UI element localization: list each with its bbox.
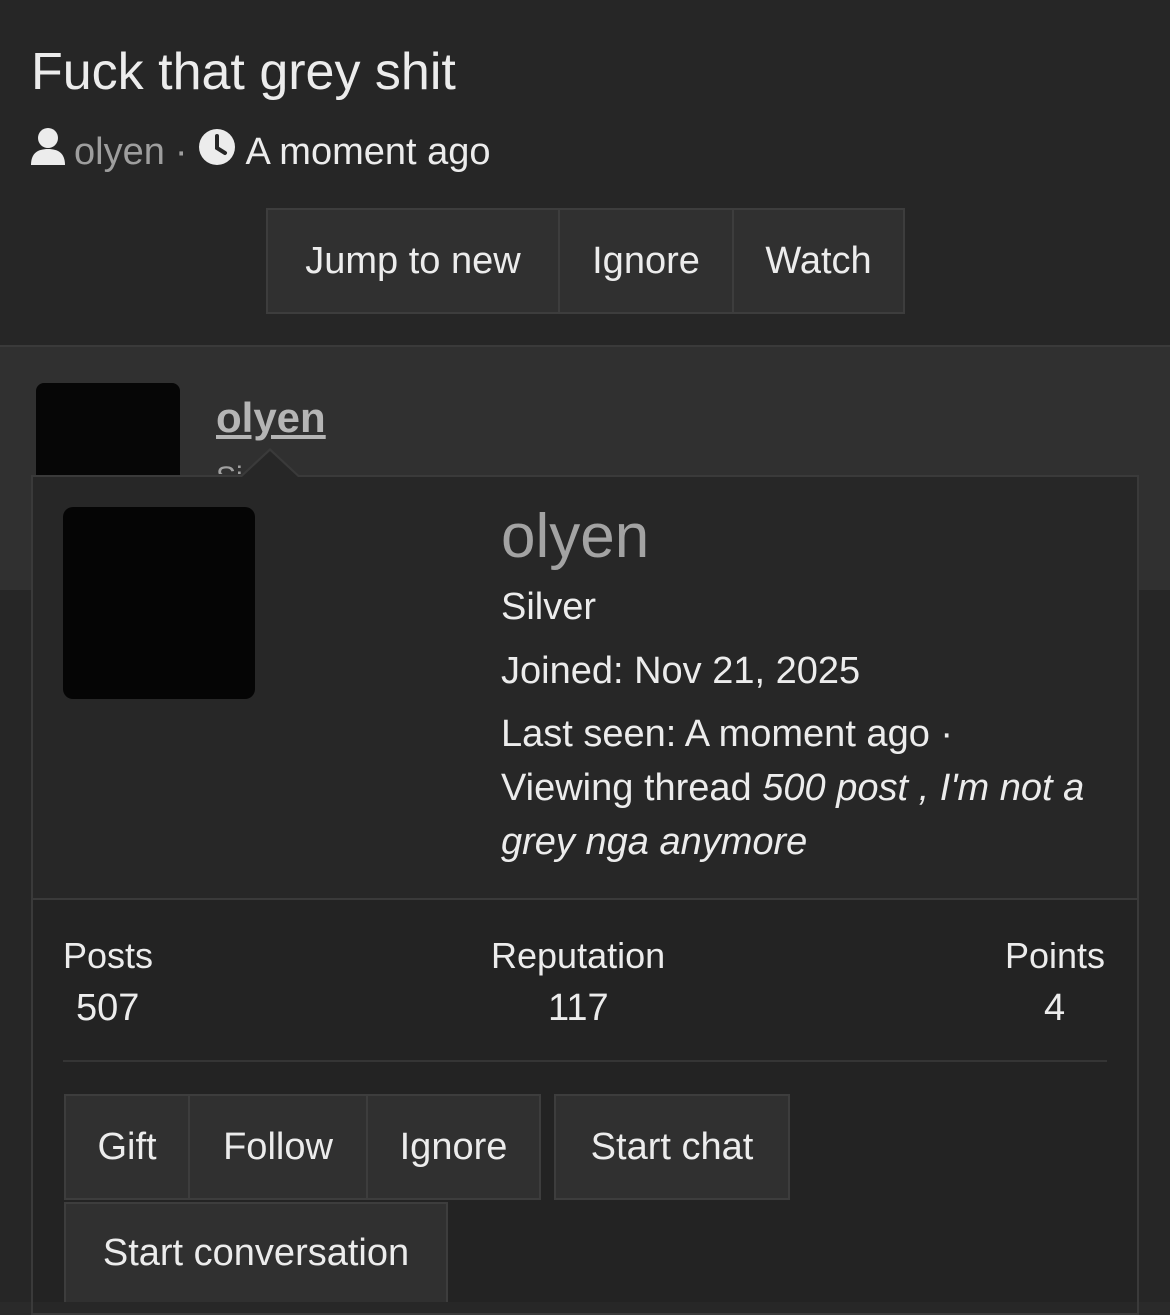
member-last-seen: Last seen: A moment ago · bbox=[501, 713, 954, 755]
member-rank: Silver bbox=[501, 586, 597, 628]
post-user-rank: Si bbox=[216, 458, 243, 474]
thread-author-link[interactable]: olyen bbox=[74, 131, 165, 174]
clock-icon bbox=[198, 128, 236, 176]
post-username-link[interactable]: olyen bbox=[216, 392, 326, 444]
member-avatar[interactable] bbox=[63, 507, 255, 699]
follow-button[interactable]: Follow bbox=[188, 1094, 368, 1200]
activity-thread-link-cont[interactable]: grey nga anymore bbox=[501, 821, 807, 863]
gift-button[interactable]: Gift bbox=[64, 1094, 190, 1200]
thread-header: Fuck that grey shit olyen · A moment ago… bbox=[0, 0, 1170, 345]
start-chat-button[interactable]: Start chat bbox=[554, 1094, 790, 1200]
thread-title: Fuck that grey shit bbox=[31, 43, 456, 101]
ignore-thread-button[interactable]: Ignore bbox=[558, 210, 732, 312]
thread-meta: olyen · A moment ago bbox=[30, 128, 491, 176]
member-activity: Viewing thread 500 post , I'm not a bbox=[501, 761, 1084, 815]
points-label: Points bbox=[1005, 935, 1106, 976]
posts-value: 507 bbox=[76, 987, 140, 1029]
user-icon bbox=[30, 127, 66, 177]
start-conversation-button[interactable]: Start conversation bbox=[64, 1202, 448, 1302]
posts-label: Posts bbox=[63, 935, 154, 976]
thread-time: A moment ago bbox=[245, 130, 491, 173]
points-value: 4 bbox=[1044, 987, 1066, 1029]
thread-actions: Jump to new Ignore Watch bbox=[266, 208, 905, 314]
activity-prefix: Viewing thread bbox=[501, 767, 763, 809]
watch-thread-button[interactable]: Watch bbox=[732, 210, 903, 312]
reputation-value: 117 bbox=[548, 987, 609, 1029]
jump-to-new-button[interactable]: Jump to new bbox=[268, 210, 558, 312]
member-activity-cont: grey nga anymore bbox=[501, 815, 807, 869]
member-name[interactable]: olyen bbox=[501, 500, 649, 574]
meta-separator: · bbox=[174, 130, 188, 173]
reputation-label: Reputation bbox=[491, 935, 666, 976]
member-joined: Joined: Nov 21, 2025 bbox=[501, 650, 861, 692]
activity-thread-link[interactable]: 500 post , I'm not a bbox=[762, 767, 1084, 809]
ignore-member-button[interactable]: Ignore bbox=[366, 1094, 541, 1200]
stats-divider bbox=[63, 1060, 1107, 1062]
popup-arrow-fill bbox=[242, 451, 298, 477]
